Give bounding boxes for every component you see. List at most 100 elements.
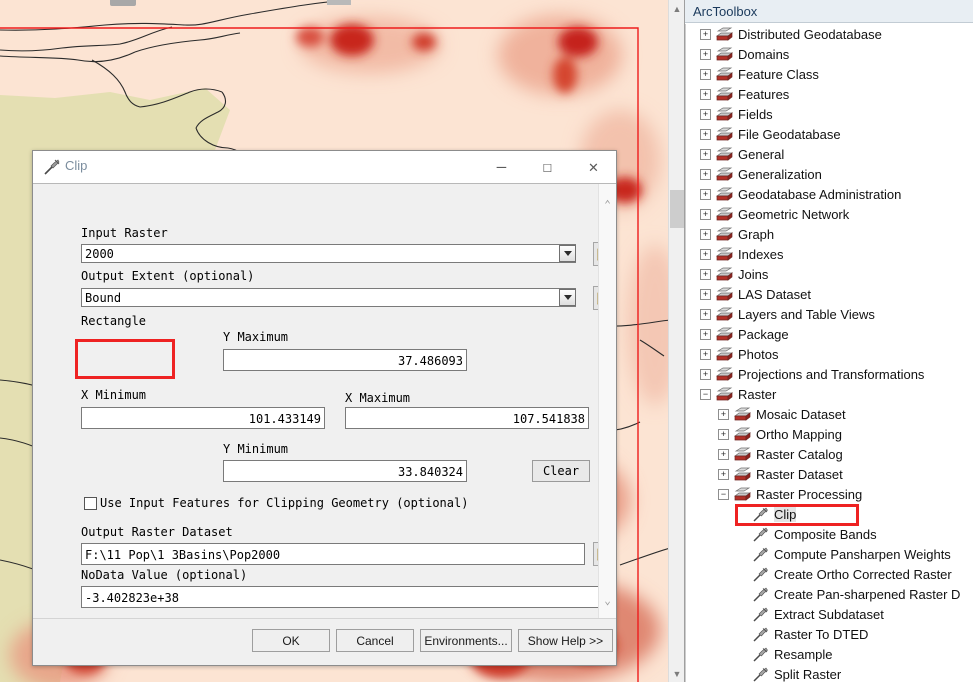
- tree-item-label: Layers and Table Views: [738, 306, 875, 322]
- minimize-button[interactable]: —: [479, 151, 524, 182]
- use-input-features-checkbox[interactable]: [84, 497, 97, 510]
- tree-item-label: Fields: [738, 106, 773, 122]
- tree-expand-plus-icon[interactable]: +: [700, 368, 711, 380]
- tree-expand-plus-icon[interactable]: +: [700, 188, 711, 200]
- tree-expand-plus-icon[interactable]: +: [700, 128, 711, 140]
- tree-item-raster[interactable]: − Raster: [686, 384, 973, 404]
- close-button[interactable]: ✕: [571, 151, 616, 182]
- tree-expand-plus-icon[interactable]: +: [718, 448, 729, 460]
- tree-expand-plus-icon[interactable]: +: [700, 48, 711, 60]
- tree-item-generalization[interactable]: + Generalization: [686, 164, 973, 184]
- tree-item-compute-pansharpen-weights[interactable]: Compute Pansharpen Weights: [686, 544, 973, 564]
- tree-collapse-minus-icon[interactable]: −: [700, 388, 711, 400]
- tree-item-indexes[interactable]: + Indexes: [686, 244, 973, 264]
- arctoolbox-panel[interactable]: ArcToolbox + Distributed Geodatabase + Doma…: [684, 0, 973, 682]
- dialog-scroll-down-chevron-down-icon[interactable]: ⌄: [599, 590, 616, 610]
- environments-button[interactable]: Environments...: [420, 629, 512, 652]
- hammer-tool-icon: [753, 667, 768, 682]
- tree-expand-plus-icon[interactable]: +: [700, 228, 711, 240]
- tree-expand-plus-icon[interactable]: +: [700, 248, 711, 260]
- tree-expand-plus-icon[interactable]: +: [718, 428, 729, 440]
- tree-expand-plus-icon[interactable]: +: [700, 88, 711, 100]
- tree-expand-plus-icon[interactable]: +: [700, 208, 711, 220]
- tree-item-domains[interactable]: + Domains: [686, 44, 973, 64]
- tree-item-raster-processing[interactable]: − Raster Processing: [686, 484, 973, 504]
- map-scroll-down-icon[interactable]: ▼: [669, 665, 684, 682]
- tree-expand-plus-icon[interactable]: +: [700, 108, 711, 120]
- tree-expand-plus-icon[interactable]: +: [700, 308, 711, 320]
- tree-item-raster-dataset[interactable]: + Raster Dataset: [686, 464, 973, 484]
- tree-item-file-geodatabase[interactable]: + File Geodatabase: [686, 124, 973, 144]
- tree-item-create-pan-sharpened-raster-d[interactable]: Create Pan-sharpened Raster D: [686, 584, 973, 604]
- tree-item-resample[interactable]: Resample: [686, 644, 973, 664]
- map-top-tab-center[interactable]: [327, 0, 351, 5]
- clip-dialog[interactable]: Clip — ☐ ✕ Input Raster 2000 Output Exte…: [32, 150, 617, 666]
- map-vertical-scrollbar[interactable]: ▲ ▼: [668, 0, 684, 682]
- x-maximum-input[interactable]: 107.541838: [345, 407, 589, 429]
- tree-expand-plus-icon[interactable]: +: [700, 348, 711, 360]
- tree-item-label: Compute Pansharpen Weights: [774, 546, 951, 562]
- tree-expand-plus-icon[interactable]: +: [700, 148, 711, 160]
- tree-item-photos[interactable]: + Photos: [686, 344, 973, 364]
- clear-button[interactable]: Clear: [532, 460, 590, 482]
- tree-collapse-minus-icon[interactable]: −: [718, 488, 729, 500]
- tree-item-composite-bands[interactable]: Composite Bands: [686, 524, 973, 544]
- nodata-input[interactable]: -3.402823e+38: [81, 586, 616, 608]
- tree-expand-plus-icon[interactable]: +: [718, 468, 729, 480]
- input-raster-input[interactable]: 2000: [81, 244, 576, 263]
- tree-item-joins[interactable]: + Joins: [686, 264, 973, 284]
- output-extent-input[interactable]: Bound: [81, 288, 576, 307]
- tree-item-geodatabase-administration[interactable]: + Geodatabase Administration: [686, 184, 973, 204]
- tree-item-general[interactable]: + General: [686, 144, 973, 164]
- output-raster-input[interactable]: F:\11 Pop\1 3Basins\Pop2000: [81, 543, 585, 565]
- tree-expand-plus-icon[interactable]: +: [718, 408, 729, 420]
- map-top-tab-left[interactable]: [110, 0, 136, 6]
- x-minimum-input[interactable]: 101.433149: [81, 407, 325, 429]
- tree-item-label: Generalization: [738, 166, 822, 182]
- input-raster-dropdown-chevron-down-icon[interactable]: [559, 245, 576, 262]
- tree-item-extract-subdataset[interactable]: Extract Subdataset: [686, 604, 973, 624]
- tree-item-graph[interactable]: + Graph: [686, 224, 973, 244]
- tree-item-raster-catalog[interactable]: + Raster Catalog: [686, 444, 973, 464]
- tree-item-label: Clip: [774, 506, 797, 522]
- tree-item-layers-and-table-views[interactable]: + Layers and Table Views: [686, 304, 973, 324]
- tree-item-projections-and-transformations[interactable]: + Projections and Transformations: [686, 364, 973, 384]
- toolbox-icon: [716, 267, 733, 281]
- tree-item-las-dataset[interactable]: + LAS Dataset: [686, 284, 973, 304]
- dialog-scroll-up-chevron-up-icon[interactable]: ⌃: [599, 194, 616, 214]
- tree-item-mosaic-dataset[interactable]: + Mosaic Dataset: [686, 404, 973, 424]
- cancel-button[interactable]: Cancel: [336, 629, 414, 652]
- tree-item-create-ortho-corrected-raster[interactable]: Create Ortho Corrected Raster: [686, 564, 973, 584]
- dialog-vertical-scrollbar[interactable]: ⌃ ⌄: [598, 184, 616, 620]
- show-help-button[interactable]: Show Help >>: [518, 629, 613, 652]
- y-minimum-input[interactable]: 33.840324: [223, 460, 467, 482]
- tree-item-package[interactable]: + Package: [686, 324, 973, 344]
- tree-item-clip[interactable]: Clip: [686, 504, 973, 524]
- tree-expand-plus-icon[interactable]: +: [700, 328, 711, 340]
- tree-expand-plus-icon[interactable]: +: [700, 268, 711, 280]
- tree-item-fields[interactable]: + Fields: [686, 104, 973, 124]
- tree-item-geometric-network[interactable]: + Geometric Network: [686, 204, 973, 224]
- tree-item-distributed-geodatabase[interactable]: + Distributed Geodatabase: [686, 24, 973, 44]
- tree-item-raster-to-dted[interactable]: Raster To DTED: [686, 624, 973, 644]
- maximize-button[interactable]: ☐: [525, 151, 570, 182]
- ok-button[interactable]: OK: [252, 629, 330, 652]
- tree-item-ortho-mapping[interactable]: + Ortho Mapping: [686, 424, 973, 444]
- tree-expand-plus-icon[interactable]: +: [700, 28, 711, 40]
- y-maximum-input[interactable]: 37.486093: [223, 349, 467, 371]
- dialog-titlebar[interactable]: Clip — ☐ ✕: [33, 151, 616, 184]
- output-extent-dropdown-chevron-down-icon[interactable]: [559, 289, 576, 306]
- toolbox-icon: [716, 287, 733, 301]
- tree-item-split-raster[interactable]: Split Raster: [686, 664, 973, 682]
- map-scroll-up-icon[interactable]: ▲: [669, 0, 684, 17]
- map-scroll-thumb[interactable]: [670, 190, 684, 228]
- tree-item-feature-class[interactable]: + Feature Class: [686, 64, 973, 84]
- hammer-tool-icon: [753, 547, 768, 562]
- tree-expand-plus-icon[interactable]: +: [700, 168, 711, 180]
- tree-item-features[interactable]: + Features: [686, 84, 973, 104]
- arctoolbox-tree[interactable]: + Distributed Geodatabase + Domains + Feature…: [685, 24, 973, 682]
- tree-expand-plus-icon[interactable]: +: [700, 288, 711, 300]
- tree-item-label: Distributed Geodatabase: [738, 26, 882, 42]
- tree-expand-plus-icon[interactable]: +: [700, 68, 711, 80]
